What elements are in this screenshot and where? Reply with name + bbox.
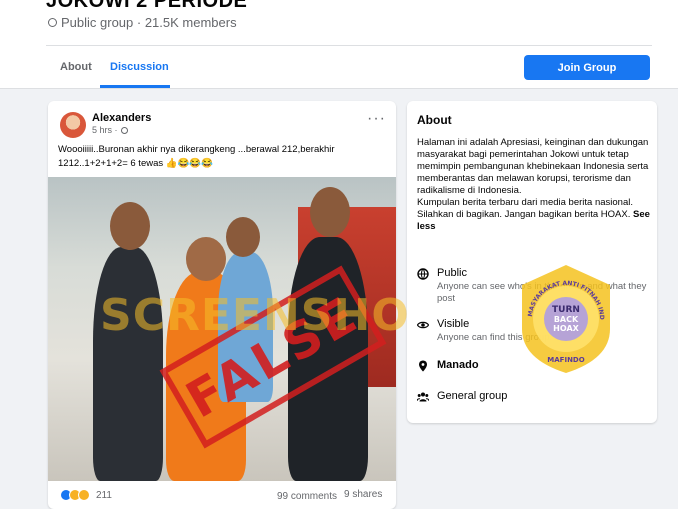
about-description-text: Halaman ini adalah Apresiasi, keinginan …	[417, 137, 649, 196]
reaction-count: 211	[96, 489, 112, 501]
globe-icon	[417, 268, 429, 280]
tab-about[interactable]: About	[60, 61, 92, 73]
globe-icon	[48, 18, 57, 27]
reactions-summary[interactable]: 211	[60, 489, 112, 501]
photo-person-left	[93, 247, 163, 481]
photo-head-back	[226, 217, 260, 257]
tab-discussion[interactable]: Discussion	[110, 61, 169, 73]
group-meta-text: Public group · 21.5K members	[61, 15, 237, 30]
about-description: Halaman ini adalah Apresiasi, keinginan …	[417, 137, 653, 233]
category-row: General group	[417, 390, 507, 403]
group-header: JOKOWI 2 PERIODE Public group · 21.5K me…	[0, 0, 678, 89]
group-meta: Public group · 21.5K members	[48, 15, 237, 30]
globe-icon	[120, 126, 128, 134]
avatar[interactable]	[60, 112, 86, 138]
post-time: 5 hrs ·	[92, 125, 128, 135]
wow-reaction-icon	[78, 489, 90, 501]
post-author[interactable]: Alexanders	[92, 112, 151, 124]
location-row: Manado	[417, 359, 479, 372]
location-label[interactable]: Manado	[437, 359, 479, 372]
category-label: General group	[437, 390, 508, 402]
badge-back-text: BACK	[554, 315, 579, 324]
about-description-text-2: Kumpulan berita terbaru dari media berit…	[417, 197, 633, 220]
about-title: About	[417, 113, 452, 127]
shares-link[interactable]: 9 shares	[344, 489, 382, 500]
post-text: Woooiiiii..Buronan akhir nya dikerangken…	[58, 144, 335, 169]
group-people-icon	[417, 392, 429, 402]
turn-back-hoax-logo: MASYARAKAT ANTI FITNAH INDONESIA TURN BA…	[518, 263, 610, 373]
header-divider	[46, 45, 652, 46]
badge-turn-text: TURN	[552, 305, 580, 315]
badge-hoax-text: HOAX	[553, 324, 579, 333]
photo-head-center	[186, 237, 226, 281]
join-group-button[interactable]: Join Group	[524, 55, 650, 80]
comments-link[interactable]: 99 comments	[277, 491, 337, 502]
post-time-text[interactable]: 5 hrs ·	[92, 125, 118, 135]
photo-head-right	[310, 187, 350, 237]
group-title: JOKOWI 2 PERIODE	[46, 0, 248, 12]
eye-icon	[417, 321, 429, 329]
photo-head-left	[110, 202, 150, 250]
badge-mafindo-text: MAFINDO	[547, 356, 584, 364]
tab-active-indicator	[100, 85, 170, 88]
more-options-icon[interactable]: ···	[367, 111, 386, 127]
location-pin-icon	[419, 360, 427, 372]
